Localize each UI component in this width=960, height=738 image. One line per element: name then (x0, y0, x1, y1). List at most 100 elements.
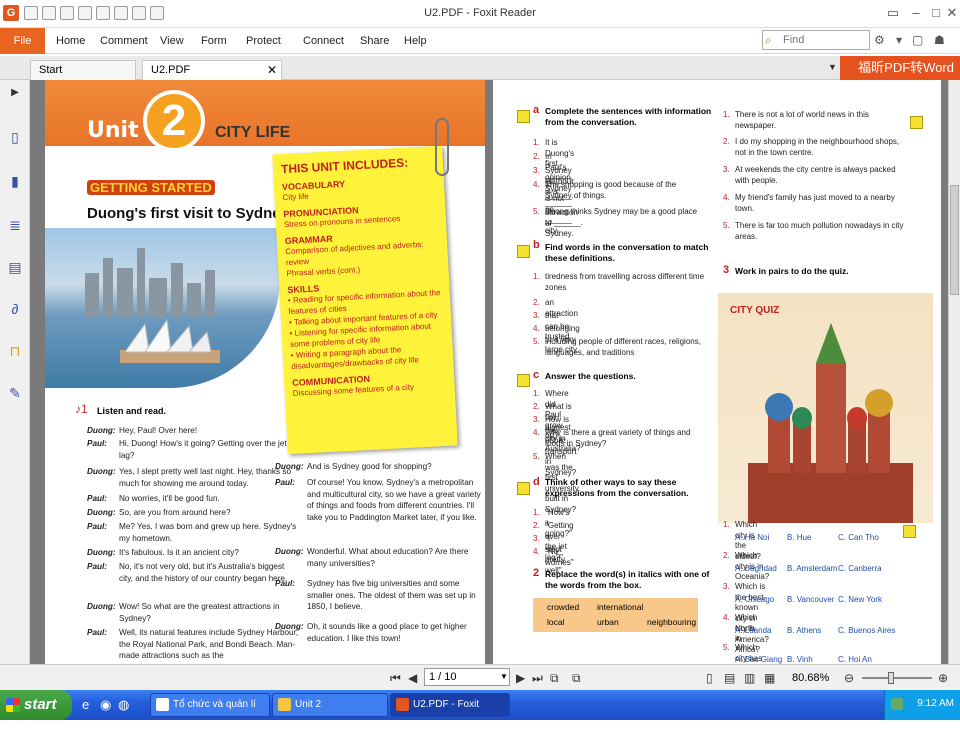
tab-start[interactable]: Start (30, 60, 136, 80)
scrollbar-thumb[interactable] (950, 185, 959, 295)
word-box-item: crowded (547, 602, 580, 612)
user-icon[interactable]: ☗ (934, 33, 945, 47)
task-label: Tổ chức và quản lí họ... (173, 699, 256, 732)
ie-icon-alt[interactable]: ◉ (100, 697, 111, 713)
first-page-icon[interactable]: ⏮ (390, 671, 401, 686)
page-icon[interactable]: ▯ (6, 128, 24, 146)
find-input[interactable] (762, 30, 870, 50)
zoom-level[interactable]: 80.68% (792, 672, 829, 684)
pdf-page-left: Unit 2 CITY LIFE GETTING STARTED Duong's… (45, 80, 485, 664)
menu-home[interactable]: Home (56, 28, 85, 54)
menu-comment[interactable]: Comment (100, 28, 148, 54)
quiz-heading: CITY QUIZ (730, 305, 780, 316)
quiz-option: B. Hue (787, 533, 812, 542)
quiz-option: B. Vinh (787, 655, 813, 664)
previous-view-icon[interactable]: ⧉ (550, 671, 559, 686)
word-box: crowded international local urban neighb… (533, 598, 698, 632)
menu-protect[interactable]: Protect (246, 28, 281, 54)
exercise-number: 2 (533, 567, 540, 579)
menu-view[interactable]: View (160, 28, 184, 54)
skin-icon[interactable]: ▢ (912, 33, 923, 47)
restore-icon[interactable]: ▭ (883, 4, 903, 22)
next-page-icon[interactable]: ▶ (516, 671, 525, 685)
zoom-slider[interactable] (862, 677, 932, 679)
single-page-icon[interactable]: ▯ (706, 671, 713, 685)
start-button[interactable]: start (0, 690, 72, 720)
menu-help[interactable]: Help (404, 28, 427, 54)
previous-page-icon[interactable]: ◀ (408, 671, 417, 685)
cathedral-illustration (748, 323, 913, 523)
tab-label: Start (39, 64, 63, 76)
gear-icon[interactable]: ⚙ (874, 33, 885, 47)
page-number-input[interactable] (424, 668, 510, 686)
comment-note-icon[interactable] (910, 116, 923, 129)
word-box-item: urban (597, 617, 619, 627)
last-page-icon[interactable]: ⏭ (532, 671, 543, 686)
comment-note-icon[interactable] (517, 482, 530, 495)
file-menu[interactable]: File (0, 28, 45, 54)
quiz-option: A. Baghdad (735, 564, 777, 573)
task-unit-2-folder[interactable]: Unit 2 (272, 693, 388, 717)
zoom-out-icon[interactable]: ⊖ (844, 671, 854, 685)
maximize-icon[interactable]: □ (926, 4, 946, 22)
comment-note-icon[interactable] (517, 245, 530, 258)
unit-title: CITY LIFE (215, 124, 291, 141)
continuous-facing-icon[interactable]: ▦ (764, 671, 775, 685)
expand-panel-icon[interactable]: ▶ (6, 84, 24, 102)
promo-arrow-icon[interactable]: ▼ (828, 62, 837, 72)
section-title: GETTING STARTED (87, 180, 215, 195)
signature-icon[interactable]: ✎ (6, 384, 24, 402)
comments-icon[interactable]: ▤ (6, 258, 24, 276)
ie-icon[interactable]: e (82, 697, 89, 712)
task-foxit-reader[interactable]: U2.PDF - Foxit Reader (390, 693, 510, 732)
comment-note-icon[interactable] (903, 525, 916, 538)
vertical-scrollbar[interactable] (948, 80, 960, 664)
quiz-option: C. Can Tho (838, 533, 879, 542)
zoom-in-icon[interactable]: ⊕ (938, 671, 948, 685)
continuous-page-icon[interactable]: ▤ (724, 671, 735, 685)
attachment-icon[interactable]: ∂ (6, 300, 24, 318)
listen-instruction: Listen and read. (97, 406, 167, 416)
windows-taskbar: start e ◉ ◍ Tổ chức và quản lí họ... Uni… (0, 690, 960, 732)
promo-banner[interactable]: 福昕PDF转Word (840, 56, 960, 80)
chevron-down-icon[interactable]: ▼ (500, 672, 508, 681)
comment-note-icon[interactable] (517, 374, 530, 387)
exercise-2-heading: Replace the word(s) in italics with one … (545, 569, 710, 590)
task-label: Unit 2 (295, 699, 322, 710)
chevron-down-icon[interactable]: ▾ (896, 33, 902, 47)
tab-u2-pdf[interactable]: U2.PDF ✕ (142, 60, 282, 80)
close-tab-icon[interactable]: ✕ (267, 61, 277, 79)
start-label: start (24, 696, 57, 713)
document-viewport[interactable]: Unit 2 CITY LIFE GETTING STARTED Duong's… (30, 80, 948, 664)
quiz-option: A. Ha Noi (735, 533, 770, 542)
quiz-option: A. Bac Giang (735, 655, 783, 664)
paperclip-icon (435, 118, 449, 176)
quiz-option: C. Canberra (838, 564, 882, 573)
opera-house-illustration (120, 318, 220, 363)
lesson-title: Duong's first visit to Sydney (87, 205, 289, 222)
lock-icon[interactable]: ⊓ (6, 342, 24, 360)
firefox-icon[interactable]: ◍ (118, 697, 129, 713)
facing-page-icon[interactable]: ▥ (744, 671, 755, 685)
next-view-icon[interactable]: ⧉ (572, 671, 581, 686)
pdf-page-right: a Complete the sentences with informatio… (493, 80, 941, 664)
task-word-document[interactable]: Tổ chức và quản lí họ... (150, 693, 270, 732)
layers-icon[interactable]: ≣ (6, 216, 24, 234)
pages-icon[interactable]: ▮ (6, 172, 24, 190)
network-icon[interactable] (891, 698, 903, 710)
zoom-slider-thumb[interactable] (888, 672, 894, 684)
comment-note-icon[interactable] (517, 110, 530, 123)
document-icon (156, 698, 169, 711)
menu-share[interactable]: Share (360, 28, 389, 54)
exercise-letter: d (533, 476, 540, 488)
close-icon[interactable]: ✕ (945, 4, 959, 22)
menu-form[interactable]: Form (201, 28, 227, 54)
unit-includes-note: THIS UNIT INCLUDES: VOCABULARY City life… (272, 145, 458, 455)
menu-connect[interactable]: Connect (303, 28, 344, 54)
minimize-icon[interactable]: – (906, 4, 926, 22)
unit-word: Unit (87, 118, 139, 143)
status-bar: ⏮ ◀ ▼ ▶ ⏭ ⧉ ⧉ ▯ ▤ ▥ ▦ 80.68% ⊖ ⊕ (0, 664, 960, 690)
exercise-a-heading: Complete the sentences with information … (545, 106, 712, 127)
clock: 9:12 AM (917, 698, 954, 709)
exercise-number: 3 (723, 264, 730, 276)
